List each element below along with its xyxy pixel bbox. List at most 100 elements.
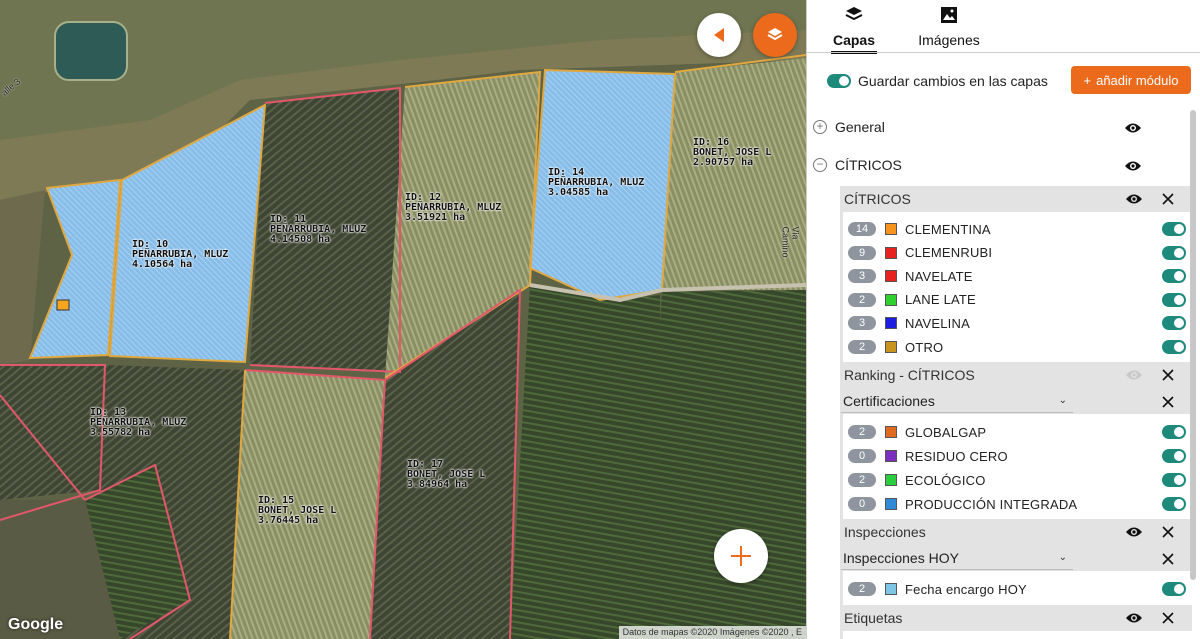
count-badge: 14 — [848, 222, 876, 236]
parcel-label[interactable]: ID: 15 BONET, JOSE L 3.76445 ha — [258, 496, 336, 526]
layer-name: CLEMENRUBI — [905, 245, 993, 261]
plus-icon — [731, 546, 751, 566]
layer-row[interactable]: 3 NAVELINA — [848, 313, 1186, 333]
layer-row[interactable]: 14 CLEMENTINA — [848, 219, 1186, 239]
eye-icon[interactable] — [1125, 192, 1143, 206]
tab-label: Imágenes — [918, 32, 980, 48]
layer-toggle[interactable] — [1162, 340, 1186, 354]
layer-toggle[interactable] — [1162, 316, 1186, 331]
save-changes-toggle[interactable] — [827, 74, 851, 88]
inspecciones-dropdown[interactable]: Inspecciones HOY ⌄ — [841, 546, 1073, 570]
layer-row[interactable]: 2 OTRO — [848, 337, 1186, 357]
save-changes-toggle-row: Guardar cambios en las capas — [827, 73, 1048, 89]
group-name: General — [835, 119, 885, 135]
count-badge: 2 — [848, 292, 876, 307]
color-swatch — [885, 498, 897, 510]
parcel-area: 2.90757 ha — [693, 157, 754, 168]
image-icon — [941, 7, 957, 23]
close-icon[interactable] — [1162, 553, 1174, 565]
layer-name: LANE LATE — [905, 292, 976, 308]
group-name: CÍTRICOS — [835, 157, 902, 173]
panel-scrollbar[interactable] — [1190, 110, 1196, 580]
count-badge: 2 — [848, 582, 876, 596]
count-badge: 0 — [848, 497, 876, 511]
add-button[interactable] — [714, 529, 768, 583]
road-label: Via Camino — [780, 226, 801, 258]
layer-row[interactable]: 3 NAVELATE — [848, 266, 1186, 286]
layer-toggle[interactable] — [1162, 245, 1186, 260]
layer-toggle[interactable] — [1162, 222, 1186, 236]
layer-row[interactable]: 0 RESIDUO CERO — [848, 446, 1186, 466]
tab-label: Capas — [832, 32, 876, 48]
section-title: CÍTRICOS — [844, 191, 911, 207]
certificaciones-dropdown[interactable]: Certificaciones ⌄ — [841, 389, 1073, 413]
parcel-area: 3.55782 ha — [90, 427, 151, 438]
parcel-label[interactable]: ID: 17 BONET, JOSE L 3.84964 ha — [407, 460, 485, 490]
eye-icon[interactable] — [1125, 611, 1143, 625]
parcel-label[interactable]: ID: 14 PEÑARRUBIA, MLUZ 3.04585 ha — [548, 168, 644, 198]
color-swatch — [885, 474, 897, 486]
color-swatch — [885, 223, 897, 235]
color-swatch — [885, 341, 897, 353]
group-general[interactable]: + General — [813, 115, 1173, 139]
parcel-area: 4.10564 ha — [132, 259, 193, 270]
layer-row[interactable]: 2 GLOBALGAP — [848, 422, 1186, 442]
layer-name: PRODUCCIÓN INTEGRADA — [905, 496, 1078, 512]
close-icon[interactable] — [1162, 526, 1174, 538]
layer-toggle[interactable] — [1162, 449, 1186, 463]
group-citricos[interactable]: − CÍTRICOS — [813, 153, 1173, 177]
layer-toggle[interactable] — [1162, 582, 1186, 596]
layer-row[interactable]: 0 PRODUCCIÓN INTEGRADA — [848, 494, 1186, 514]
map-view[interactable]: ID: 10 PEÑARRUBIA, MLUZ 4.10564 ha ID: 11 PE… — [0, 0, 806, 639]
close-icon[interactable] — [1162, 612, 1174, 624]
eye-icon[interactable] — [1125, 368, 1143, 382]
color-swatch — [885, 293, 897, 306]
add-module-button[interactable]: + añadir módulo — [1071, 66, 1191, 94]
close-icon[interactable] — [1162, 396, 1174, 408]
panel-tabs: Capas Imágenes — [807, 0, 1200, 54]
count-badge: 2 — [848, 473, 876, 487]
collapse-panel-button[interactable] — [697, 13, 741, 57]
chevron-down-icon: ⌄ — [1058, 395, 1067, 406]
eye-icon[interactable] — [1124, 121, 1142, 135]
layer-toggle[interactable] — [1162, 292, 1186, 307]
layer-name: Fecha encargo HOY — [905, 581, 1027, 597]
layer-name: NAVELATE — [905, 268, 973, 284]
color-swatch — [885, 270, 897, 283]
parcel-area: 3.51921 ha — [405, 212, 466, 223]
expand-icon: + — [813, 120, 827, 134]
layer-toggle[interactable] — [1162, 473, 1186, 487]
parcel-label[interactable]: ID: 12 PEÑARRUBIA, MLUZ 3.51921 ha — [405, 193, 501, 223]
layer-name: OTRO — [905, 339, 944, 355]
eye-icon[interactable] — [1124, 159, 1142, 173]
color-swatch — [885, 583, 897, 595]
layer-name: ECOLÓGICO — [905, 472, 986, 488]
map-attribution[interactable]: Datos de mapas ©2020 Imágenes ©2020 , E — [618, 626, 806, 639]
layer-row[interactable]: 2 Fecha encargo HOY — [848, 579, 1186, 599]
color-swatch — [885, 317, 897, 330]
parcel-label[interactable]: ID: 13 PEÑARRUBIA, MLUZ 3.55782 ha — [90, 408, 186, 438]
color-swatch — [885, 426, 897, 438]
eye-icon[interactable] — [1125, 525, 1143, 539]
google-logo: Google — [8, 616, 64, 633]
parcel-area: 3.04585 ha — [548, 187, 609, 198]
layer-toggle[interactable] — [1162, 269, 1186, 284]
layer-name: CLEMENTINA — [905, 221, 991, 237]
parcel-label[interactable]: ID: 10 PEÑARRUBIA, MLUZ 4.10564 ha — [132, 240, 228, 270]
layer-toggle[interactable] — [1162, 497, 1186, 511]
layer-row[interactable]: 2 LANE LATE — [848, 290, 1186, 310]
tab-capas[interactable]: Capas — [831, 0, 877, 54]
tab-imagenes[interactable]: Imágenes — [915, 0, 983, 54]
layer-row[interactable]: 9 CLEMENRUBI — [848, 243, 1186, 263]
layers-button[interactable] — [753, 13, 797, 57]
color-swatch — [885, 246, 897, 259]
layer-toggle[interactable] — [1162, 425, 1186, 439]
parcel-label[interactable]: ID: 16 BONET, JOSE L 2.90757 ha — [693, 138, 771, 168]
section-title: Ranking - CÍTRICOS — [844, 367, 975, 383]
save-changes-label: Guardar cambios en las capas — [858, 73, 1048, 89]
layer-row[interactable]: 2 ECOLÓGICO — [848, 470, 1186, 490]
parcel-label[interactable]: ID: 11 PEÑARRUBIA, MLUZ 4.14508 ha — [270, 215, 366, 245]
close-icon[interactable] — [1162, 193, 1174, 205]
layer-name: RESIDUO CERO — [905, 448, 1008, 464]
close-icon[interactable] — [1162, 369, 1174, 381]
